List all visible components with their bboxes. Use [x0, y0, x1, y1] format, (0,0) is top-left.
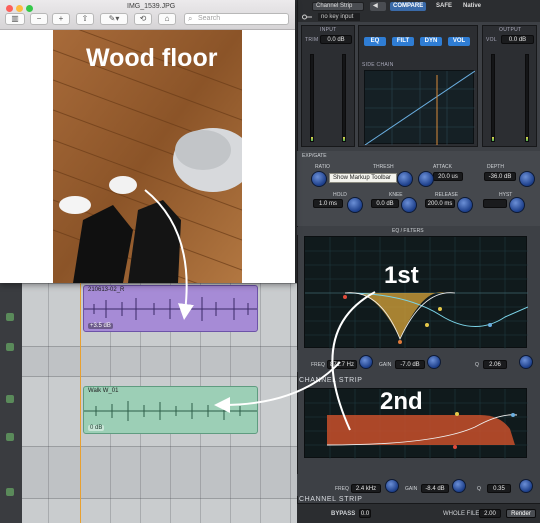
annotation-arrows: [144, 189, 376, 431]
